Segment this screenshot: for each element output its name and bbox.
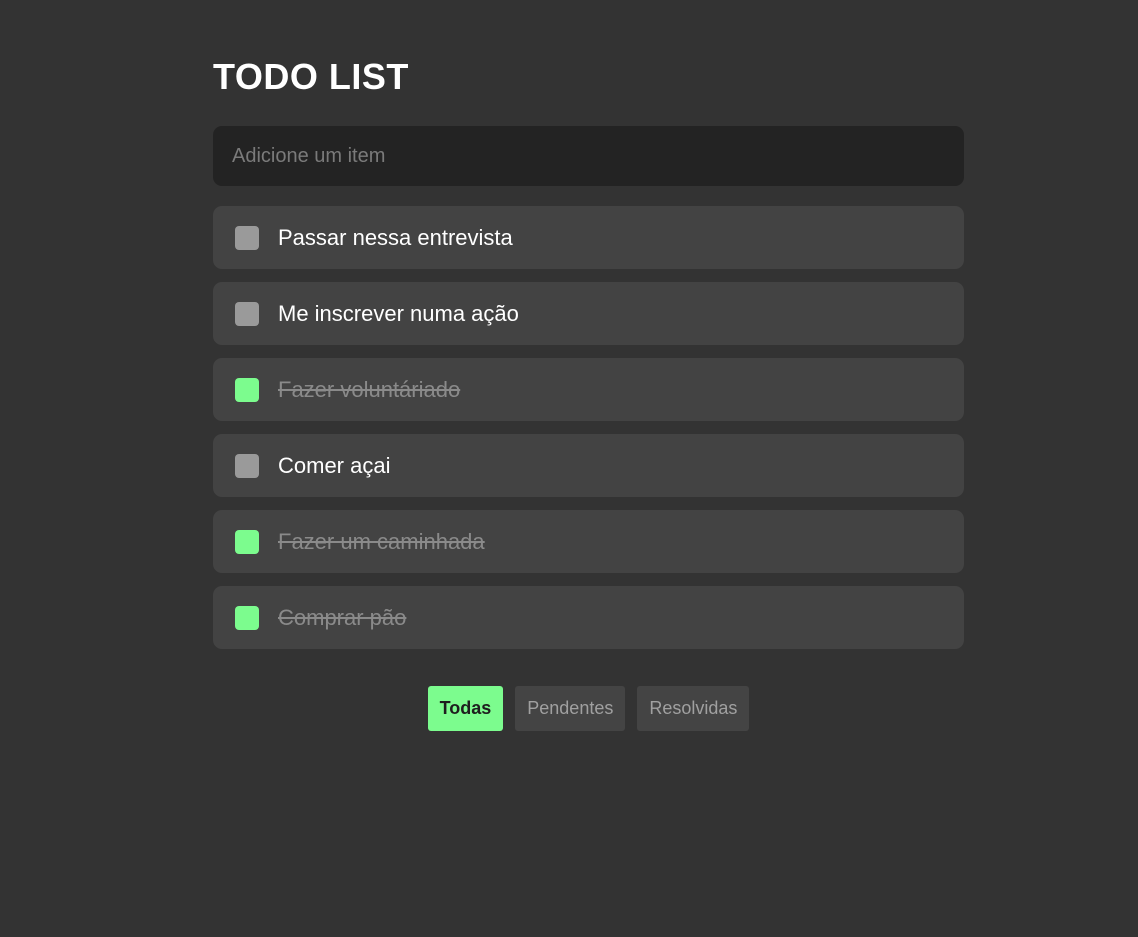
todo-item-label: Fazer um caminhada xyxy=(278,528,485,554)
todo-item-label: Fazer voluntáriado xyxy=(278,376,461,402)
todo-item[interactable]: Passar nessa entrevista xyxy=(213,206,964,269)
page-title: TODO LIST xyxy=(213,56,409,97)
todo-item[interactable]: Fazer um caminhada xyxy=(213,510,964,573)
todo-item[interactable]: Comprar pão xyxy=(213,586,964,649)
todo-item[interactable]: Fazer voluntáriado xyxy=(213,358,964,421)
checkbox[interactable] xyxy=(235,377,259,402)
todo-item-label: Comprar pão xyxy=(278,604,407,630)
checkbox[interactable] xyxy=(235,301,259,326)
filter-resolved-button[interactable]: Resolvidas xyxy=(637,686,750,731)
filter-bar: Todas Pendentes Resolvidas xyxy=(213,686,964,731)
todo-item-label: Comer açai xyxy=(278,452,391,478)
checkbox[interactable] xyxy=(235,605,259,630)
todo-item[interactable]: Comer açai xyxy=(213,434,964,497)
checkbox[interactable] xyxy=(235,225,259,250)
filter-pending-button[interactable]: Pendentes xyxy=(515,686,626,731)
add-item-input[interactable] xyxy=(213,126,964,186)
todo-list: Passar nessa entrevista Me inscrever num… xyxy=(213,206,964,662)
todo-item[interactable]: Me inscrever numa ação xyxy=(213,282,964,345)
todo-item-label: Passar nessa entrevista xyxy=(278,224,513,250)
checkbox[interactable] xyxy=(235,453,259,478)
checkbox[interactable] xyxy=(235,529,259,554)
filter-all-button[interactable]: Todas xyxy=(427,686,504,731)
todo-item-label: Me inscrever numa ação xyxy=(278,300,519,326)
